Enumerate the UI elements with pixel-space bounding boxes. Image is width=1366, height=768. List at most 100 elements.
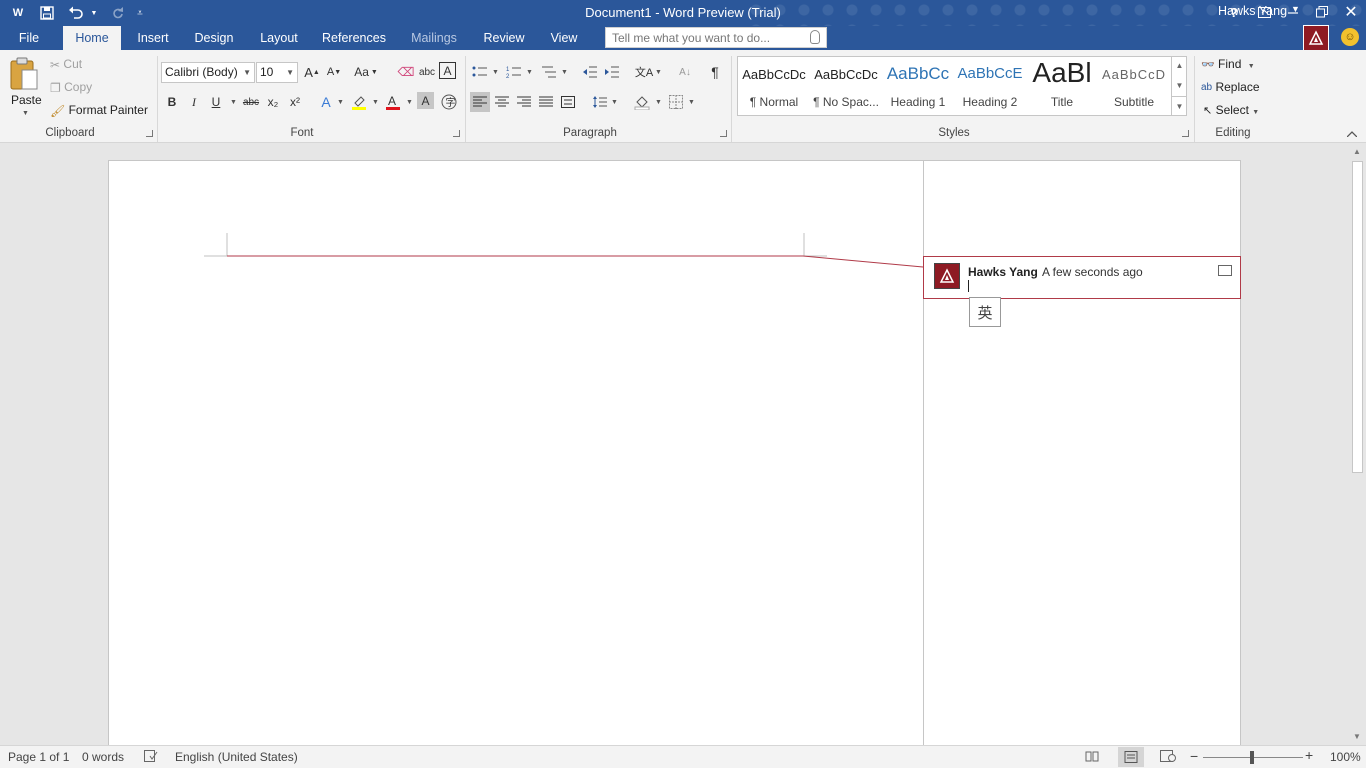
sort-icon[interactable]: A↓ [675, 62, 695, 82]
style-heading-1[interactable]: AaBbCc Heading 1 [882, 57, 954, 115]
reply-comment-icon[interactable] [1218, 265, 1232, 276]
page-count[interactable]: Page 1 of 1 [8, 750, 69, 764]
paste-button[interactable]: Paste ▼ [8, 56, 44, 122]
subscript-button[interactable]: x₂ [263, 92, 283, 112]
line-spacing-icon[interactable] [590, 92, 610, 112]
highlight-dropdown-icon[interactable]: ▼ [372, 99, 379, 106]
grow-font-icon[interactable]: A ▲ [302, 62, 322, 82]
font-dialog-launcher-icon[interactable] [453, 130, 460, 137]
tab-design[interactable]: Design [188, 26, 240, 50]
collapse-ribbon-icon[interactable] [1342, 124, 1362, 144]
align-center-icon[interactable] [492, 92, 512, 112]
show-formatting-marks-button[interactable]: ¶ [705, 62, 725, 82]
phonetic-guide-icon[interactable]: abc [417, 62, 437, 82]
scrollbar-thumb[interactable] [1352, 161, 1363, 473]
comment-text-cursor[interactable] [968, 280, 969, 292]
decrease-indent-icon[interactable] [580, 62, 600, 82]
comment-balloon[interactable]: Hawks Yang A few seconds ago [923, 256, 1241, 299]
justify-icon[interactable] [536, 92, 556, 112]
borders-dropdown-icon[interactable]: ▼ [688, 99, 695, 106]
clear-formatting-icon[interactable]: ⌫ [396, 62, 416, 82]
close-icon[interactable]: ✕ [1337, 0, 1365, 24]
borders-icon[interactable] [666, 92, 686, 112]
restore-icon[interactable] [1308, 0, 1336, 24]
superscript-button[interactable]: x² [285, 92, 305, 112]
read-mode-icon[interactable] [1085, 750, 1099, 765]
shading-dropdown-icon[interactable]: ▼ [655, 99, 662, 106]
font-color-icon[interactable]: A [383, 92, 403, 112]
print-layout-icon[interactable] [1118, 747, 1144, 767]
word-count[interactable]: 0 words [82, 750, 124, 764]
underline-dropdown-icon[interactable]: ▼ [230, 99, 237, 106]
strikethrough-button[interactable]: abc [241, 92, 261, 112]
tab-references[interactable]: References [318, 26, 390, 50]
tab-layout[interactable]: Layout [253, 26, 305, 50]
text-effects-icon[interactable]: A [316, 92, 336, 112]
gallery-scroll-up-icon[interactable]: ▲ [1172, 56, 1187, 76]
align-left-icon[interactable] [470, 92, 490, 112]
tab-mailings[interactable]: Mailings [404, 26, 464, 50]
user-avatar[interactable] [1303, 25, 1329, 51]
tab-home[interactable]: Home [63, 26, 121, 50]
proofing-icon[interactable] [144, 750, 158, 765]
italic-button[interactable]: I [184, 92, 204, 112]
style-heading-2[interactable]: AaBbCcE Heading 2 [954, 57, 1026, 115]
feedback-smiley-icon[interactable]: ☺ [1341, 28, 1359, 46]
style-normal[interactable]: AaBbCcDc ¶ Normal [738, 57, 810, 115]
underline-button[interactable]: U [206, 92, 226, 112]
web-layout-icon[interactable] [1160, 750, 1176, 765]
bullets-dropdown-icon[interactable]: ▼ [492, 69, 499, 76]
gallery-more-icon[interactable]: ▼ [1172, 96, 1187, 116]
font-size-combo[interactable]: 10 ▼ [256, 62, 298, 83]
shading-icon[interactable] [632, 92, 652, 112]
tab-view[interactable]: View [543, 26, 585, 50]
align-right-icon[interactable] [514, 92, 534, 112]
copy-button[interactable]: ❐ Copy [50, 80, 92, 95]
character-border-icon[interactable]: A [439, 62, 456, 79]
enclose-characters-icon[interactable]: 字 [439, 92, 459, 112]
paste-dropdown-icon[interactable]: ▼ [22, 110, 29, 117]
multilevel-dropdown-icon[interactable]: ▼ [561, 69, 568, 76]
gallery-scroll-down-icon[interactable]: ▼ [1172, 76, 1187, 96]
text-effects-dropdown-icon[interactable]: ▼ [337, 99, 344, 106]
zoom-in-icon[interactable]: + [1305, 747, 1313, 763]
scroll-down-icon[interactable]: ▼ [1353, 732, 1361, 741]
styles-dialog-launcher-icon[interactable] [1182, 130, 1189, 137]
tab-insert[interactable]: Insert [130, 26, 176, 50]
asian-layout-dropdown-icon[interactable]: ▼ [655, 69, 662, 76]
multilevel-list-icon[interactable] [539, 62, 559, 82]
bold-button[interactable]: B [162, 92, 182, 112]
clipboard-dialog-launcher-icon[interactable] [146, 130, 153, 137]
user-menu-chevron-icon[interactable]: ▼ [1291, 4, 1300, 14]
style-no-spacing[interactable]: AaBbCcDc ¶ No Spac... [810, 57, 882, 115]
user-name[interactable]: Hawks Yang [1218, 4, 1287, 18]
style-title[interactable]: AaBl Title [1026, 57, 1098, 115]
change-case-button[interactable]: Aa ▼ [353, 62, 379, 82]
numbering-dropdown-icon[interactable]: ▼ [526, 69, 533, 76]
character-shading-icon[interactable]: A [417, 92, 434, 109]
distributed-icon[interactable] [558, 92, 578, 112]
font-name-combo[interactable]: Calibri (Body) ▼ [161, 62, 255, 83]
bullets-icon[interactable] [470, 62, 490, 82]
numbering-icon[interactable]: 12 [504, 62, 524, 82]
cut-button[interactable]: ✂ Cut [50, 57, 82, 72]
increase-indent-icon[interactable] [602, 62, 622, 82]
zoom-level[interactable]: 100% [1330, 750, 1361, 764]
tab-review[interactable]: Review [478, 26, 530, 50]
asian-layout-icon[interactable]: 文A [634, 62, 654, 82]
tab-file[interactable]: File [8, 26, 50, 50]
select-button[interactable]: ↖ Select ▼ [1203, 103, 1259, 117]
vertical-scrollbar[interactable]: ▲ ▼ [1349, 143, 1366, 745]
replace-button[interactable]: ab Replace [1201, 80, 1260, 94]
style-subtitle[interactable]: AaBbCcD Subtitle [1098, 57, 1170, 115]
scroll-up-icon[interactable]: ▲ [1353, 147, 1361, 156]
line-spacing-dropdown-icon[interactable]: ▼ [611, 99, 618, 106]
font-color-dropdown-icon[interactable]: ▼ [406, 99, 413, 106]
shrink-font-icon[interactable]: A ▼ [324, 62, 344, 82]
document-page[interactable] [108, 160, 924, 750]
paragraph-dialog-launcher-icon[interactable] [720, 130, 727, 137]
language-indicator[interactable]: English (United States) [175, 750, 298, 764]
highlight-icon[interactable] [349, 92, 369, 112]
zoom-out-icon[interactable]: − [1190, 748, 1198, 764]
format-painter-button[interactable]: 🖌 Format Painter [50, 103, 148, 118]
